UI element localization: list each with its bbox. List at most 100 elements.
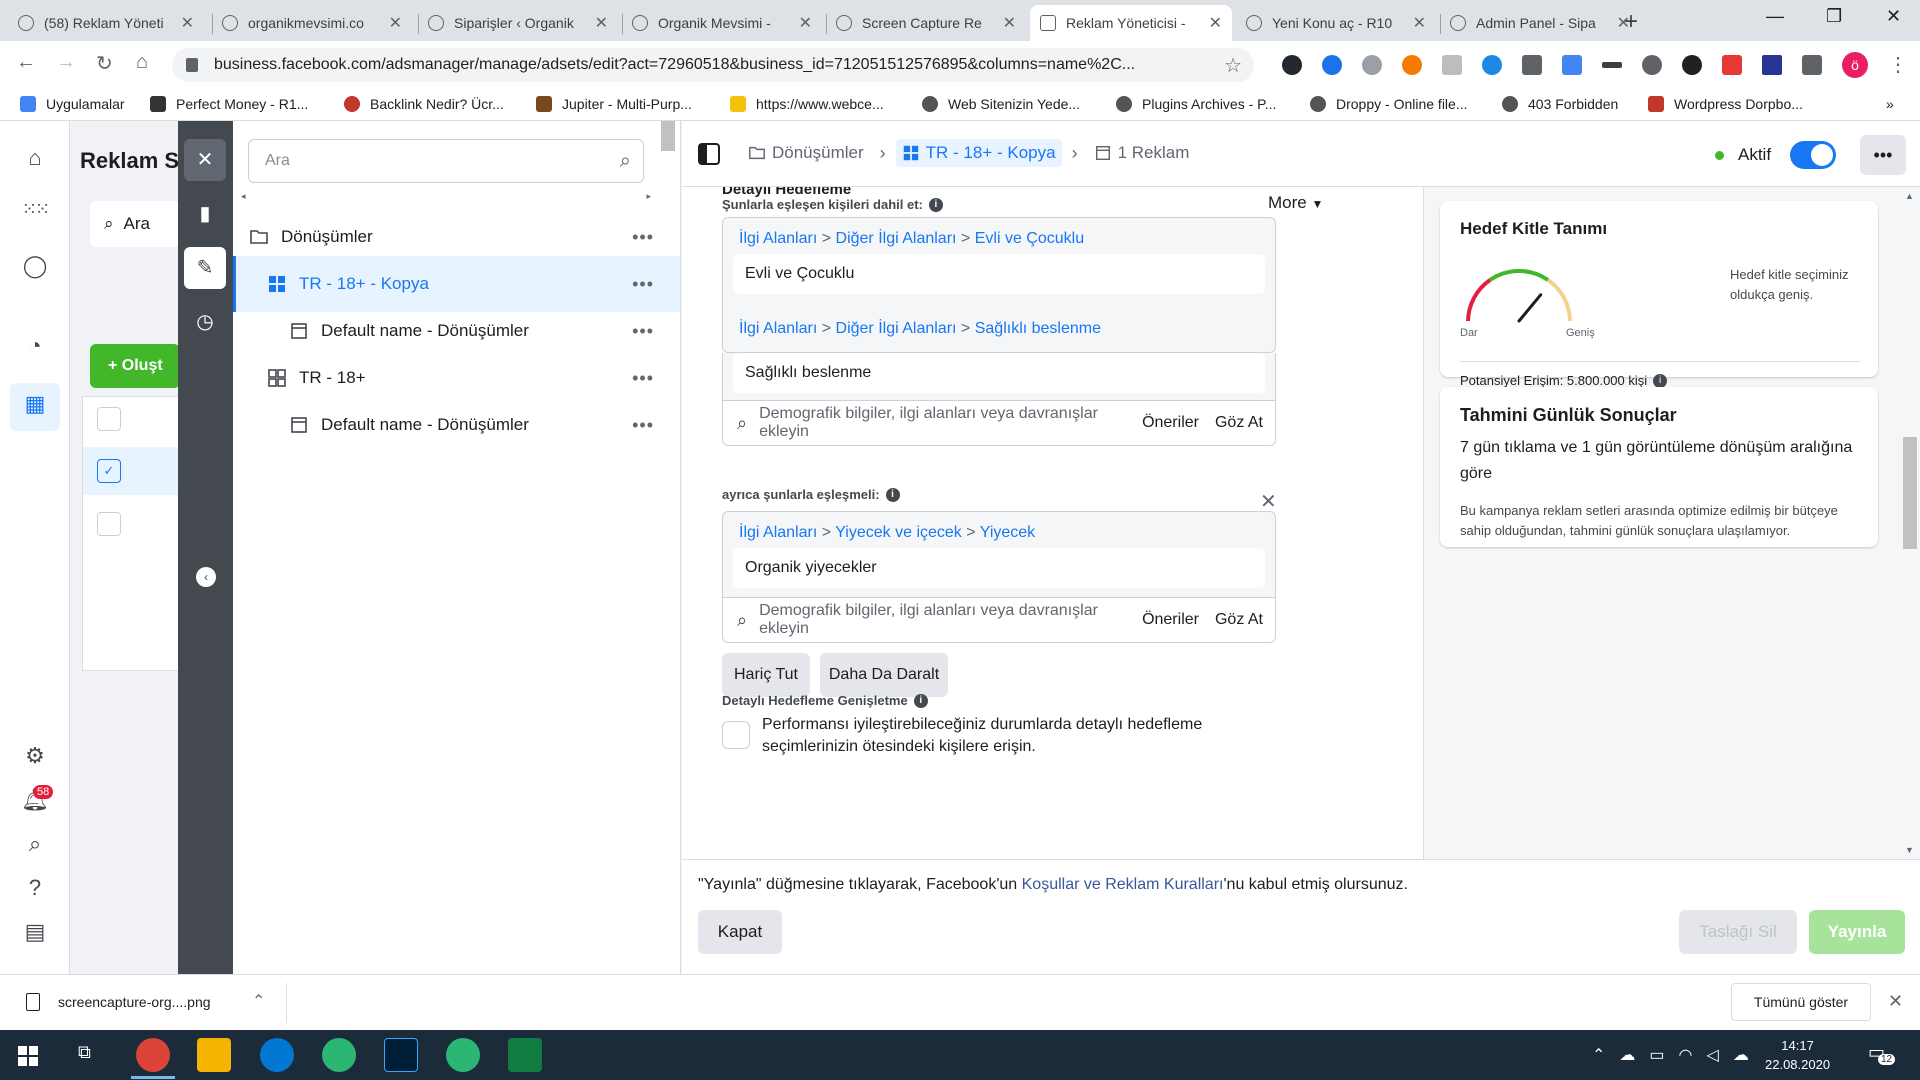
system-clock[interactable]: 14:17 22.08.2020 [1765, 1036, 1830, 1074]
browser-tab[interactable]: Siparişler ‹ Organik ✕ [418, 5, 618, 41]
dashboard-gauge-icon[interactable]: ◔ [20, 333, 50, 363]
browser-tab[interactable]: Yeni Konu aç - R10 ✕ [1236, 5, 1436, 41]
info-icon[interactable]: i [928, 197, 943, 212]
create-button[interactable]: + Oluşt [90, 344, 180, 388]
chrome-taskbar-icon[interactable] [136, 1038, 170, 1072]
extensions-puzzle-icon[interactable] [1802, 55, 1822, 75]
tree-item-ad[interactable]: Default name - Dönüşümler ••• [233, 397, 680, 453]
bookmark-item[interactable]: Uygulamalar [20, 96, 125, 112]
info-icon[interactable]: i [913, 693, 928, 708]
close-icon[interactable]: ✕ [799, 13, 812, 33]
search-icon[interactable]: ⌕ [20, 831, 50, 861]
browser-tab-active[interactable]: Reklam Yöneticisi - ✕ [1030, 5, 1232, 41]
window-close-icon[interactable]: ✕ [1886, 6, 1901, 27]
narrow-further-button[interactable]: Daha Da Daralt [820, 653, 948, 697]
new-tab-plus-icon[interactable]: + [1624, 8, 1638, 36]
expansion-checkbox[interactable] [722, 721, 750, 749]
tray-chevron-icon[interactable]: ⌃ [1592, 1045, 1605, 1065]
bookmark-item[interactable]: 403 Forbidden [1502, 96, 1618, 112]
breadcrumb-campaign[interactable]: Dönüşümler [742, 139, 870, 167]
info-icon[interactable]: i [885, 487, 900, 502]
extension-icon[interactable] [1562, 55, 1582, 75]
delete-draft-button[interactable]: Taslağı Sil [1679, 910, 1797, 954]
bookmark-item[interactable]: Backlink Nedir? Ücr... [344, 96, 504, 112]
extension-icon[interactable] [1522, 55, 1542, 75]
suggestions-link[interactable]: Öneriler [1142, 611, 1199, 629]
show-all-downloads-button[interactable]: Tümünü göster [1731, 983, 1871, 1021]
browse-link[interactable]: Göz At [1215, 414, 1263, 432]
volume-icon[interactable]: ◁ [1707, 1045, 1719, 1065]
browser-tab[interactable]: Admin Panel - Sipa ✕ [1440, 5, 1640, 41]
windows-start-icon[interactable] [18, 1046, 38, 1066]
tree-vertical-scrollbar[interactable] [658, 121, 678, 181]
battery-icon[interactable]: ▭ [1649, 1045, 1664, 1065]
tree-horizontal-scrollbar[interactable]: ◂ ▸ [241, 191, 651, 203]
more-options-icon[interactable]: ••• [632, 227, 654, 248]
more-options-icon[interactable]: ••• [632, 274, 654, 295]
targeting-path[interactable]: İlgi Alanları > Diğer İlgi Alanları > Sa… [739, 320, 1101, 338]
close-icon[interactable]: ✕ [1413, 13, 1426, 33]
publish-button[interactable]: Yayınla [1809, 910, 1905, 954]
close-icon[interactable]: ✕ [595, 13, 608, 33]
bookmark-item[interactable]: Droppy - Online file... [1310, 96, 1468, 112]
all-tools-grid-icon[interactable]: ⁙⁙ [20, 199, 50, 229]
account-avatar-icon[interactable]: ◯ [20, 253, 50, 283]
breadcrumb-adset[interactable]: TR - 18+ - Kopya [895, 139, 1062, 167]
more-actions-button[interactable]: ••• [1860, 135, 1906, 175]
breadcrumb-ads[interactable]: 1 Reklam [1088, 139, 1196, 167]
address-bar[interactable]: business.facebook.com/adsmanager/manage/… [172, 48, 1254, 82]
ads-manager-table-icon[interactable]: ▦ [20, 391, 50, 421]
tree-search-input[interactable]: Ara ⌕ [248, 139, 644, 183]
forward-arrow-icon[interactable]: → [56, 51, 76, 74]
history-clock-icon[interactable]: ◷ [184, 301, 226, 343]
targeting-chip[interactable]: Sağlıklı beslenme [733, 353, 1265, 393]
chevron-up-icon[interactable]: ⌃ [252, 991, 265, 1011]
close-icon[interactable]: ✕ [181, 13, 194, 33]
browser-tab[interactable]: (58) Reklam Yöneti ✕ [8, 5, 204, 41]
browser-tab[interactable]: organikmevsimi.co ✕ [212, 5, 412, 41]
onedrive-cloud-icon[interactable]: ☁ [1619, 1045, 1635, 1065]
bookmark-item[interactable]: Perfect Money - R1... [150, 96, 308, 112]
download-item[interactable]: screencapture-org....png [26, 993, 211, 1011]
extension-icon[interactable] [1442, 55, 1462, 75]
extension-icon[interactable] [1762, 55, 1782, 75]
edge-taskbar-icon[interactable] [260, 1038, 294, 1072]
exclude-button[interactable]: Hariç Tut [722, 653, 810, 697]
browser-tab[interactable]: Screen Capture Re ✕ [826, 5, 1026, 41]
home-icon[interactable]: ⌂ [20, 145, 50, 175]
bookmark-item[interactable]: Plugins Archives - P... [1116, 96, 1276, 112]
app-taskbar-icon[interactable] [446, 1038, 480, 1072]
extension-icon[interactable] [1362, 55, 1382, 75]
row-checkbox[interactable] [97, 512, 121, 536]
background-search-box[interactable]: ⌕ Ara [90, 201, 180, 247]
targeting-path[interactable]: İlgi Alanları > Yiyecek ve içecek > Yiye… [739, 524, 1035, 542]
wifi-icon[interactable]: ◠ [1679, 1045, 1693, 1065]
row-checkbox[interactable] [97, 407, 121, 431]
action-center-icon[interactable]: ▭ 12 [1868, 1042, 1896, 1065]
photoshop-taskbar-icon[interactable] [384, 1038, 418, 1072]
more-options-icon[interactable]: ••• [632, 321, 654, 342]
kebab-menu-icon[interactable]: ⋮ [1888, 52, 1908, 77]
extension-icon[interactable] [1642, 55, 1662, 75]
bookmark-item[interactable]: https://www.webce... [730, 96, 884, 112]
extension-icon[interactable] [1722, 55, 1742, 75]
info-icon[interactable]: i [1653, 373, 1668, 388]
terms-link[interactable]: Koşullar ve Reklam Kuralları [1022, 876, 1224, 893]
targeting-chip[interactable]: Organik yiyecekler [733, 548, 1265, 588]
more-options-icon[interactable]: ••• [632, 415, 654, 436]
reload-icon[interactable]: ↻ [96, 51, 113, 76]
profile-avatar[interactable]: ö [1842, 52, 1868, 78]
file-explorer-taskbar-icon[interactable] [197, 1038, 231, 1072]
report-icon[interactable]: ▤ [20, 919, 50, 949]
settings-gear-icon[interactable]: ⚙ [20, 743, 50, 773]
close-icon[interactable]: ✕ [1209, 13, 1222, 33]
maximize-icon[interactable]: ❐ [1826, 6, 1842, 27]
narrow-search-input[interactable]: ⌕ Demografik bilgiler, ilgi alanları vey… [722, 597, 1276, 643]
home-icon[interactable]: ⌂ [136, 51, 148, 74]
toggle-panel-icon[interactable] [698, 143, 720, 165]
status-toggle[interactable] [1790, 141, 1836, 169]
extension-icon[interactable] [1282, 55, 1302, 75]
excel-taskbar-icon[interactable] [508, 1038, 542, 1072]
browse-link[interactable]: Göz At [1215, 611, 1263, 629]
extension-icon[interactable] [1322, 55, 1342, 75]
